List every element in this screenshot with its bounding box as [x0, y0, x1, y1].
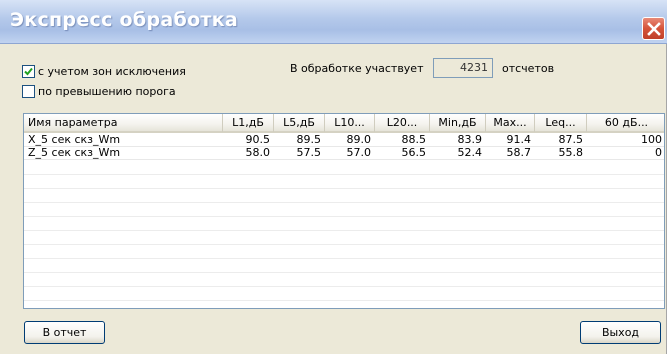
cell-name: X_5 сек скз_Wm: [28, 134, 121, 146]
cell-max: 91.4: [506, 134, 532, 146]
cell-leq: 87.5: [558, 134, 584, 146]
table-row[interactable]: X_5 сек скз_Wm 90.5 89.5 89.0 88.5 83.9 …: [24, 134, 664, 147]
cell-l20: 88.5: [401, 134, 427, 146]
column-header-l5[interactable]: L5,дБ: [274, 114, 325, 132]
grid-line: [24, 174, 664, 175]
table-body: X_5 сек скз_Wm 90.5 89.5 89.0 88.5 83.9 …: [24, 134, 664, 160]
cell-l5: 57.5: [296, 147, 322, 159]
threshold-label: по превышению порога: [38, 84, 176, 98]
cell-l1: 90.5: [245, 134, 271, 146]
grid-line: [24, 244, 664, 245]
column-header-60db[interactable]: 60 дБ...: [587, 114, 664, 132]
cell-min: 83.9: [457, 134, 483, 146]
column-header-max[interactable]: Max...: [486, 114, 535, 132]
grid-line: [24, 258, 664, 259]
grid-line: [24, 300, 664, 301]
cell-60db: 0: [655, 147, 662, 159]
cell-l10: 57.0: [346, 147, 372, 159]
report-button[interactable]: В отчет: [24, 321, 105, 344]
column-header-l20[interactable]: L20...: [375, 114, 430, 132]
close-icon: [646, 21, 661, 36]
grid-line: [24, 188, 664, 189]
cell-min: 52.4: [457, 147, 483, 159]
column-header-l1[interactable]: L1,дБ: [223, 114, 274, 132]
cell-60db: 100: [641, 134, 662, 146]
exclude-zones-checkbox[interactable]: [22, 64, 35, 78]
exclude-zones-label: с учетом зон исключения: [38, 64, 186, 78]
grid-line: [24, 202, 664, 203]
grid-line: [24, 230, 664, 231]
exit-button[interactable]: Выход: [580, 321, 661, 344]
title-bar[interactable]: Экспресс обработка: [0, 0, 667, 44]
grid-line: [24, 216, 664, 217]
exclude-zones-option[interactable]: с учетом зон исключения: [22, 64, 186, 78]
count-suffix: отсчетов: [502, 62, 555, 75]
parameters-table: Имя параметра L1,дБ L5,дБ L10... L20... …: [23, 113, 665, 309]
close-button[interactable]: [642, 17, 665, 40]
cell-l5: 89.5: [296, 134, 322, 146]
table-row[interactable]: Z_5 сек скз_Wm 58.0 57.5 57.0 56.5 52.4 …: [24, 147, 664, 160]
grid-line: [24, 286, 664, 287]
threshold-checkbox[interactable]: [22, 84, 35, 98]
cell-l20: 56.5: [401, 147, 427, 159]
count-label: В обработке участвует: [290, 62, 424, 75]
count-field: 4231: [433, 58, 493, 78]
threshold-option[interactable]: по превышению порога: [22, 84, 176, 98]
window-title: Экспресс обработка: [10, 9, 239, 31]
column-header-l10[interactable]: L10...: [325, 114, 375, 132]
column-header-leq[interactable]: Leq...: [535, 114, 587, 132]
column-header-min[interactable]: Min,дБ: [430, 114, 486, 132]
column-header-name[interactable]: Имя параметра: [24, 114, 223, 132]
cell-l10: 89.0: [346, 134, 372, 146]
checkmark-icon: [24, 67, 33, 75]
cell-leq: 55.8: [558, 147, 584, 159]
express-processing-window: Экспресс обработка с учетом зон исключен…: [0, 0, 667, 354]
grid-line: [24, 272, 664, 273]
cell-name: Z_5 сек скз_Wm: [28, 147, 121, 159]
cell-max: 58.7: [506, 147, 532, 159]
table-header: Имя параметра L1,дБ L5,дБ L10... L20... …: [24, 114, 664, 133]
cell-l1: 58.0: [245, 147, 271, 159]
